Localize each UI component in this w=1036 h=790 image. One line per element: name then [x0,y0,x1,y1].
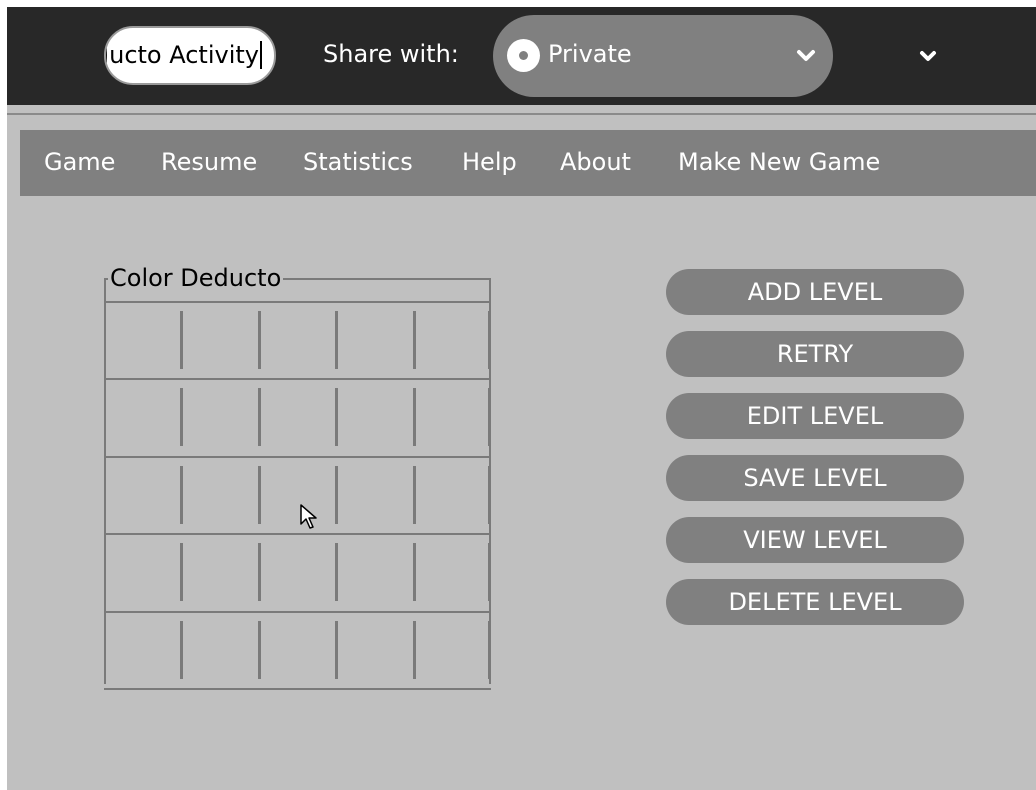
add-level-button[interactable]: ADD LEVEL [666,269,964,315]
board-title: Color Deducto [108,264,284,292]
retry-button[interactable]: RETRY [666,331,964,377]
board-row-line [104,688,491,690]
chevron-down-icon [797,50,815,61]
board-cell-divider [413,388,416,446]
activity-title-text: Color Deducto Activity [106,41,262,69]
mouse-pointer-icon [300,504,317,529]
board-cell-divider [413,543,416,601]
board-cell-divider [258,311,261,369]
menu-bar: Game Resume Statistics Help About Make N… [20,130,1036,196]
board-row-line [104,456,491,458]
board-cell-divider [488,621,491,679]
share-with-label: Share with: [323,40,459,68]
board-cell-divider [488,311,491,369]
board-cell-divider [413,466,416,524]
board-row-line [104,301,491,303]
color-deducto-board[interactable] [104,278,491,684]
board-row-line [104,533,491,535]
board-cell-divider [335,543,338,601]
board-cell-divider [335,621,338,679]
menu-item-make-new-game[interactable]: Make New Game [678,148,880,176]
toolbar-more-chevron-icon[interactable] [917,45,939,67]
activity-window: Color Deducto Activity Share with: Priva… [7,7,1036,790]
board-cell-divider [258,621,261,679]
board-cell-divider [258,388,261,446]
board-cell-divider [180,388,183,446]
activity-toolbar: Color Deducto Activity Share with: Priva… [7,7,1036,105]
edit-level-button[interactable]: EDIT LEVEL [666,393,964,439]
board-cell-divider [180,311,183,369]
toolbar-separator-line [7,113,1036,115]
menu-item-help[interactable]: Help [462,148,517,176]
board-cell-divider [180,543,183,601]
board-cell-divider [180,621,183,679]
menu-item-about[interactable]: About [560,148,631,176]
private-radio-icon [507,39,540,72]
share-with-combo[interactable]: Private [493,15,833,97]
text-cursor [260,41,262,69]
view-level-button[interactable]: VIEW LEVEL [666,517,964,563]
board-cell-divider [258,543,261,601]
board-cell-divider [488,388,491,446]
delete-level-button[interactable]: DELETE LEVEL [666,579,964,625]
board-cell-divider [413,621,416,679]
menu-item-game[interactable]: Game [44,148,115,176]
board-cell-divider [180,466,183,524]
toolbar-separator [7,105,1036,113]
board-cell-divider [335,388,338,446]
board-cell-divider [488,466,491,524]
board-cell-divider [413,311,416,369]
save-level-button[interactable]: SAVE LEVEL [666,455,964,501]
board-cell-divider [488,543,491,601]
board-cell-divider [258,466,261,524]
menu-item-resume[interactable]: Resume [161,148,257,176]
menu-item-statistics[interactable]: Statistics [303,148,413,176]
board-cell-divider [335,466,338,524]
board-cell-divider [335,311,338,369]
activity-title-input[interactable]: Color Deducto Activity [104,26,276,85]
share-with-value: Private [548,40,632,68]
board-row-line [104,378,491,380]
board-row-line [104,611,491,613]
